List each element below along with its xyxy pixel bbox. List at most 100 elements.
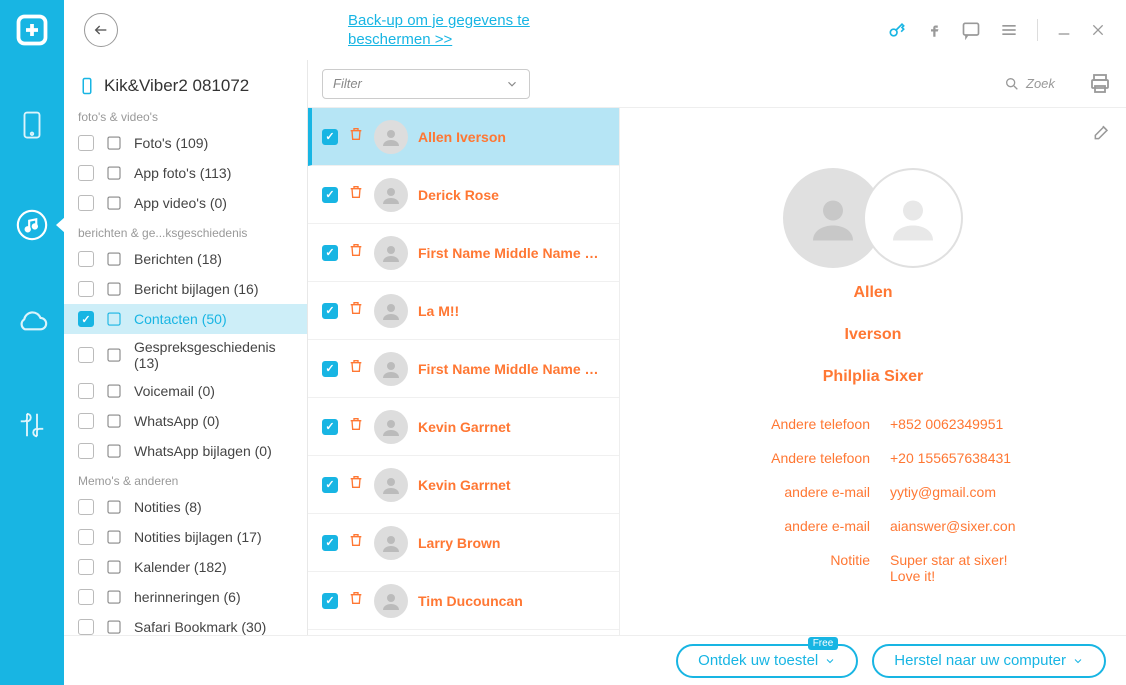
contact-row[interactable]: Kevin Garrnet — [308, 398, 619, 456]
checkbox[interactable] — [78, 499, 94, 515]
minimize-icon[interactable] — [1056, 22, 1072, 38]
trash-icon[interactable] — [348, 590, 364, 611]
contact-row[interactable]: Allen Iverson — [308, 108, 619, 166]
item-icon — [104, 133, 124, 153]
contact-row[interactable]: La M!! — [308, 282, 619, 340]
rail-tools-icon[interactable] — [0, 390, 64, 460]
sidebar-item[interactable]: Foto's (109) — [64, 128, 307, 158]
item-icon — [104, 411, 124, 431]
promo-link[interactable]: Back-up om je gegevens te beschermen >> — [348, 11, 530, 50]
row-checkbox[interactable] — [322, 187, 338, 203]
chevron-down-icon — [824, 655, 836, 667]
sidebar-item[interactable]: herinneringen (6) — [64, 582, 307, 612]
checkbox[interactable] — [78, 251, 94, 267]
checkbox[interactable] — [78, 589, 94, 605]
sidebar-item[interactable]: Safari Bookmark (30) — [64, 612, 307, 635]
trash-icon[interactable] — [348, 416, 364, 437]
sidebar-item[interactable]: App video's (0) — [64, 188, 307, 218]
rail-music-icon[interactable] — [0, 190, 64, 260]
restore-computer-button[interactable]: Herstel naar uw computer — [872, 644, 1106, 678]
row-checkbox[interactable] — [322, 419, 338, 435]
contact-avatar — [374, 410, 408, 444]
sidebar-item-label: Notities (8) — [134, 499, 202, 515]
trash-icon[interactable] — [348, 532, 364, 553]
checkbox[interactable] — [78, 413, 94, 429]
sidebar-item[interactable]: Kalender (182) — [64, 552, 307, 582]
sidebar-section-label: foto's & video's — [64, 102, 307, 128]
contact-row[interactable]: Larry Brown — [308, 514, 619, 572]
sidebar-item[interactable]: Notities (8) — [64, 492, 307, 522]
checkbox[interactable] — [78, 165, 94, 181]
checkbox[interactable] — [78, 619, 94, 635]
trash-icon[interactable] — [348, 300, 364, 321]
key-icon[interactable] — [887, 20, 907, 40]
rail-cloud-icon[interactable] — [0, 290, 64, 360]
detail-row: Andere telefoon+20 155657638431 — [650, 450, 1096, 466]
rail-phone-icon[interactable] — [0, 90, 64, 160]
trash-icon[interactable] — [348, 358, 364, 379]
row-checkbox[interactable] — [322, 593, 338, 609]
detail-value: +852 0062349951 — [890, 416, 1096, 432]
checkbox[interactable] — [78, 443, 94, 459]
filter-dropdown[interactable]: Filter — [322, 69, 530, 99]
sidebar-item[interactable]: Gespreksgeschiedenis (13) — [64, 334, 307, 376]
facebook-icon[interactable] — [925, 21, 943, 39]
contact-row[interactable]: First Name Middle Name La... — [308, 224, 619, 282]
row-checkbox[interactable] — [322, 129, 338, 145]
row-checkbox[interactable] — [322, 245, 338, 261]
checkbox[interactable] — [78, 559, 94, 575]
chevron-down-icon — [1072, 655, 1084, 667]
checkbox[interactable] — [78, 135, 94, 151]
trash-icon[interactable] — [348, 474, 364, 495]
contact-avatar — [374, 236, 408, 270]
contact-name: Allen Iverson — [418, 129, 506, 145]
checkbox[interactable] — [78, 529, 94, 545]
contact-row[interactable]: Derick Rose — [308, 166, 619, 224]
detail-label: Notitie — [650, 552, 890, 584]
row-checkbox[interactable] — [322, 535, 338, 551]
sidebar-item-label: Bericht bijlagen (16) — [134, 281, 259, 297]
back-button[interactable] — [84, 13, 118, 47]
discover-device-button[interactable]: Ontdek uw toestel Free — [676, 644, 858, 678]
checkbox[interactable] — [78, 281, 94, 297]
sidebar-item[interactable]: WhatsApp (0) — [64, 406, 307, 436]
sidebar-item[interactable]: Voicemail (0) — [64, 376, 307, 406]
row-checkbox[interactable] — [322, 303, 338, 319]
contact-avatar — [374, 584, 408, 618]
checkbox[interactable] — [78, 383, 94, 399]
checkbox[interactable] — [78, 195, 94, 211]
sidebar: Kik&Viber2 081072 foto's & video'sFoto's… — [64, 60, 308, 635]
feedback-icon[interactable] — [961, 20, 981, 40]
sidebar-item[interactable]: Contacten (50) — [64, 304, 307, 334]
trash-icon[interactable] — [348, 126, 364, 147]
close-icon[interactable] — [1090, 22, 1106, 38]
edit-icon[interactable] — [1092, 122, 1112, 147]
contact-name: Kevin Garrnet — [418, 419, 511, 435]
checkbox[interactable] — [78, 347, 94, 363]
sidebar-item-label: Contacten (50) — [134, 311, 227, 327]
sidebar-item[interactable]: Berichten (18) — [64, 244, 307, 274]
contact-name: Kevin Garrnet — [418, 477, 511, 493]
sidebar-item[interactable]: Notities bijlagen (17) — [64, 522, 307, 552]
detail-value: yytiy@gmail.com — [890, 484, 1096, 500]
sidebar-item[interactable]: Bericht bijlagen (16) — [64, 274, 307, 304]
print-icon[interactable] — [1088, 72, 1112, 96]
sidebar-item-label: Notities bijlagen (17) — [134, 529, 262, 545]
item-icon — [104, 441, 124, 461]
row-checkbox[interactable] — [322, 361, 338, 377]
sidebar-item-label: Berichten (18) — [134, 251, 222, 267]
sidebar-item[interactable]: WhatsApp bijlagen (0) — [64, 436, 307, 466]
sidebar-item[interactable]: App foto's (113) — [64, 158, 307, 188]
menu-icon[interactable] — [999, 20, 1019, 40]
search-input[interactable]: Zoek — [1004, 69, 1074, 99]
trash-icon[interactable] — [348, 242, 364, 263]
trash-icon[interactable] — [348, 184, 364, 205]
checkbox[interactable] — [78, 311, 94, 327]
contact-list: Allen Iverson Derick Rose First Name Mid… — [308, 108, 620, 635]
contact-row[interactable]: Tim Ducouncan — [308, 572, 619, 630]
contact-row[interactable]: Kevin Garrnet — [308, 456, 619, 514]
contact-avatar — [374, 526, 408, 560]
chevron-down-icon — [505, 77, 519, 91]
row-checkbox[interactable] — [322, 477, 338, 493]
contact-row[interactable]: First Name Middle Name La... — [308, 340, 619, 398]
